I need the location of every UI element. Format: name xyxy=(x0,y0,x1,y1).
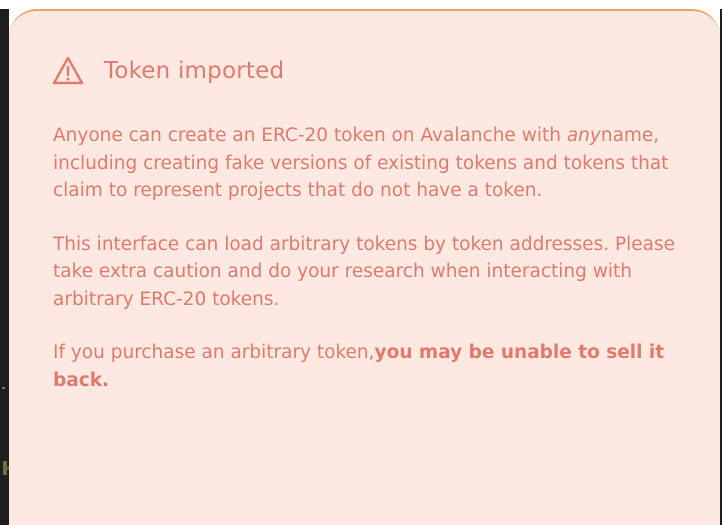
screen: Token imported Anyone can create an ERC-… xyxy=(0,0,722,525)
emphasis-text: any xyxy=(566,125,601,146)
warning-paragraph-any-name: Anyone can create an ERC-20 token on Ava… xyxy=(53,122,713,205)
top-strip xyxy=(0,0,722,9)
left-background-rail xyxy=(0,9,9,525)
rail-mark xyxy=(2,387,5,389)
warning-paragraph-arbitrary-tokens: This interface can load arbitrary tokens… xyxy=(53,231,713,314)
paragraph-text: If you purchase an arbitrary token, xyxy=(53,342,375,363)
warning-triangle-icon xyxy=(52,56,84,86)
paragraph-text: This interface can load arbitrary tokens… xyxy=(53,233,675,310)
token-warning-dialog: Token imported Anyone can create an ERC-… xyxy=(9,9,720,525)
paragraph-text: Anyone can create an ERC-20 token on Ava… xyxy=(53,125,567,146)
warning-paragraph-sell-back: If you purchase an arbitrary token,you m… xyxy=(53,339,713,394)
dialog-body: Anyone can create an ERC-20 token on Ava… xyxy=(53,122,713,420)
dialog-header: Token imported xyxy=(52,54,284,88)
dialog-title: Token imported xyxy=(104,58,285,84)
